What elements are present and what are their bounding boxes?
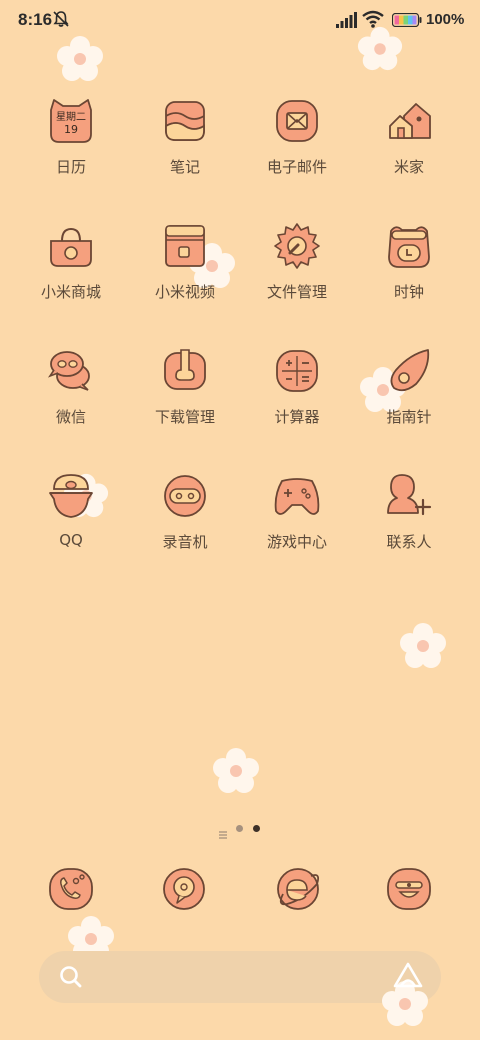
app-label: 时钟: [393, 283, 424, 301]
app-clock[interactable]: 时钟: [354, 221, 464, 302]
qq-icon: [49, 474, 93, 518]
search-icon[interactable]: [57, 963, 85, 991]
contacts-icon: [387, 474, 432, 516]
flower-decoration: [57, 36, 103, 81]
recorder-icon: [164, 475, 206, 517]
app-compass[interactable]: 指南针: [354, 346, 464, 427]
app-mi-home[interactable]: 米家: [354, 96, 464, 177]
app-calendar[interactable]: 星期二 19 日历: [16, 96, 126, 177]
app-label: 游戏中心: [266, 533, 327, 551]
app-wechat[interactable]: 微信: [16, 346, 126, 427]
app-label: 计算器: [274, 408, 320, 426]
app-label: 电子邮件: [266, 158, 327, 176]
app-label: 小米视频: [154, 283, 215, 301]
app-notes[interactable]: 笔记: [130, 96, 240, 177]
app-label: 日历: [55, 158, 86, 176]
status-time: 8:16: [18, 10, 53, 29]
mi-home-icon: [389, 103, 431, 139]
app-game-center[interactable]: 游戏中心: [242, 471, 352, 552]
svg-text:19: 19: [64, 123, 78, 136]
app-mi-video[interactable]: 小米视频: [130, 221, 240, 302]
file-manager-icon: [274, 223, 320, 269]
app-file-manager[interactable]: 文件管理: [242, 221, 352, 302]
page-indicator[interactable]: [0, 824, 480, 839]
calendar-icon: 星期二 19: [50, 99, 92, 143]
mi-store-icon: [50, 227, 92, 267]
app-contacts[interactable]: 联系人: [354, 471, 464, 552]
camera-icon[interactable]: [384, 864, 434, 914]
flower-decoration: [213, 748, 259, 793]
page-dot: [236, 825, 243, 832]
clock-icon: [388, 226, 430, 268]
app-label: 米家: [393, 158, 424, 176]
signal-icon: [336, 12, 357, 28]
app-label: 小米商城: [40, 283, 101, 301]
notes-icon: [165, 101, 205, 141]
app-qq[interactable]: QQ: [16, 471, 126, 549]
wechat-icon: [47, 351, 90, 391]
battery-percent: 100%: [426, 11, 465, 28]
app-recorder[interactable]: 录音机: [130, 471, 240, 552]
app-download-manager[interactable]: 下载管理: [130, 346, 240, 427]
game-center-icon: [274, 478, 320, 515]
compass-icon: [390, 349, 430, 392]
page-list-indicator: [219, 824, 227, 839]
app-label: 笔记: [169, 158, 200, 176]
assistant-icon[interactable]: [392, 961, 424, 989]
email-icon: [276, 100, 318, 142]
app-label: 微信: [55, 408, 86, 426]
messages-icon[interactable]: [159, 864, 209, 914]
app-label: 指南针: [386, 408, 432, 426]
app-mi-store[interactable]: 小米商城: [16, 221, 126, 302]
browser-icon[interactable]: [273, 864, 323, 914]
flower-decoration: [400, 623, 446, 668]
bell-muted-icon: [53, 11, 69, 27]
svg-text:星期二: 星期二: [56, 111, 86, 123]
app-label: 文件管理: [266, 283, 327, 301]
mi-video-icon: [165, 225, 205, 267]
app-label: 联系人: [386, 533, 432, 551]
app-calculator[interactable]: 计算器: [242, 346, 352, 427]
phone-icon[interactable]: [46, 864, 96, 914]
status-bar: 8:16 100%: [0, 0, 480, 40]
page-dot-active: [253, 825, 260, 832]
app-label: 录音机: [162, 533, 208, 551]
app-email[interactable]: 电子邮件: [242, 96, 352, 177]
download-manager-icon: [164, 349, 206, 390]
calculator-icon: [276, 350, 318, 392]
app-label: 下载管理: [154, 408, 215, 426]
app-label: QQ: [59, 531, 83, 549]
flower-decoration: [357, 26, 403, 71]
